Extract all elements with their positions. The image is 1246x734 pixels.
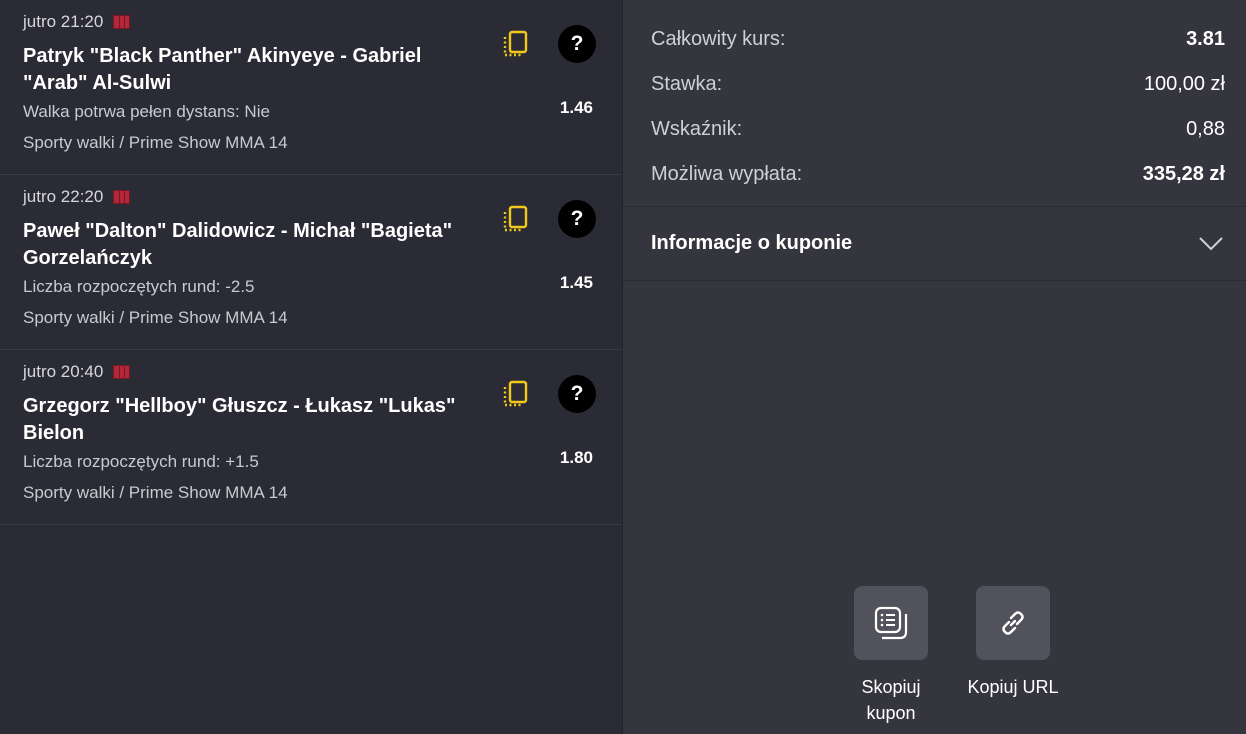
coupon-actions: Skopiuj kupon Kopiuj URL bbox=[841, 586, 1085, 726]
help-icon[interactable]: ? bbox=[558, 25, 596, 63]
bet-category: Sporty walki / Prime Show MMA 14 bbox=[23, 483, 288, 502]
bet-item: jutro 21:20 Patryk "Black Panther" Akiny… bbox=[0, 0, 622, 175]
help-icon[interactable]: ? bbox=[558, 375, 596, 413]
bet-time: jutro 22:20 bbox=[23, 187, 104, 206]
bet-item: jutro 20:40 Grzegorz "Hellboy" Głuszcz -… bbox=[0, 350, 622, 525]
bet-match-title: Patryk "Black Panther" Akinyeye - Gabrie… bbox=[23, 45, 422, 94]
bet-time: jutro 20:40 bbox=[23, 362, 104, 381]
total-odds-row: Całkowity kurs: 3.81 bbox=[651, 17, 1225, 62]
copy-coupon-icon bbox=[874, 606, 908, 640]
indicator-value: 0,88 bbox=[1186, 118, 1225, 140]
bet-match-title: Grzegorz "Hellboy" Głuszcz - Łukasz "Luk… bbox=[23, 395, 456, 444]
coupon-info-title: Informacje o kuponie bbox=[651, 232, 853, 254]
flag-icon bbox=[113, 15, 131, 29]
copy-coupon-button[interactable] bbox=[854, 586, 928, 660]
stake-value: 100,00 zł bbox=[1143, 73, 1225, 95]
payout-value: 335,28 zł bbox=[1142, 163, 1225, 185]
link-icon bbox=[1002, 611, 1024, 635]
bet-time: jutro 21:20 bbox=[23, 12, 104, 31]
chevron-down-icon bbox=[1199, 236, 1223, 250]
copy-url-action: Kopiuj URL bbox=[963, 586, 1063, 726]
copy-url-label: Kopiuj URL bbox=[967, 677, 1059, 697]
indicator-row: Wskaźnik: 0,88 bbox=[651, 107, 1225, 152]
payout-row: Możliwa wypłata: 335,28 zł bbox=[651, 152, 1225, 197]
bet-list: jutro 21:20 Patryk "Black Panther" Akiny… bbox=[0, 0, 623, 734]
coupon-summary: Całkowity kurs: 3.81 Stawka: 100,00 zł W… bbox=[623, 0, 1246, 207]
bet-match-title: Paweł "Dalton" Dalidowicz - Michał "Bagi… bbox=[23, 220, 453, 269]
flag-icon bbox=[113, 190, 131, 204]
total-odds-label: Całkowity kurs: bbox=[651, 28, 786, 50]
bet-market: Liczba rozpoczętych rund: +1.5 bbox=[23, 452, 259, 471]
bet-odds: 1.80 bbox=[559, 448, 593, 467]
flag-icon bbox=[113, 365, 131, 379]
payout-label: Możliwa wypłata: bbox=[651, 163, 803, 185]
copy-bet-icon[interactable] bbox=[500, 378, 532, 410]
app-root: jutro 21:20 Patryk "Black Panther" Akiny… bbox=[0, 0, 1246, 734]
bet-odds: 1.45 bbox=[559, 273, 593, 292]
copy-coupon-label: Skopiuj kupon bbox=[861, 677, 921, 723]
bet-time-row: jutro 22:20 bbox=[23, 187, 622, 207]
indicator-label: Wskaźnik: bbox=[651, 118, 743, 140]
bet-item: jutro 22:20 Paweł "Dalton" Dalidowicz - … bbox=[0, 175, 622, 350]
copy-coupon-action: Skopiuj kupon bbox=[841, 586, 941, 726]
bet-odds: 1.46 bbox=[559, 98, 593, 117]
bet-market: Liczba rozpoczętych rund: -2.5 bbox=[23, 277, 255, 296]
coupon-info-toggle[interactable]: Informacje o kuponie bbox=[623, 207, 1246, 281]
bet-time-row: jutro 20:40 bbox=[23, 362, 622, 382]
stake-row: Stawka: 100,00 zł bbox=[651, 62, 1225, 107]
copy-bet-icon[interactable] bbox=[500, 28, 532, 60]
bet-time-row: jutro 21:20 bbox=[23, 12, 622, 32]
bet-category: Sporty walki / Prime Show MMA 14 bbox=[23, 308, 288, 327]
total-odds-value: 3.81 bbox=[1186, 28, 1225, 50]
bet-category: Sporty walki / Prime Show MMA 14 bbox=[23, 133, 288, 152]
bet-market: Walka potrwa pełen dystans: Nie bbox=[23, 102, 270, 121]
help-icon[interactable]: ? bbox=[558, 200, 596, 238]
coupon-panel: Całkowity kurs: 3.81 Stawka: 100,00 zł W… bbox=[623, 0, 1246, 734]
copy-url-button[interactable] bbox=[976, 586, 1050, 660]
stake-label: Stawka: bbox=[651, 73, 723, 95]
copy-bet-icon[interactable] bbox=[500, 203, 532, 235]
